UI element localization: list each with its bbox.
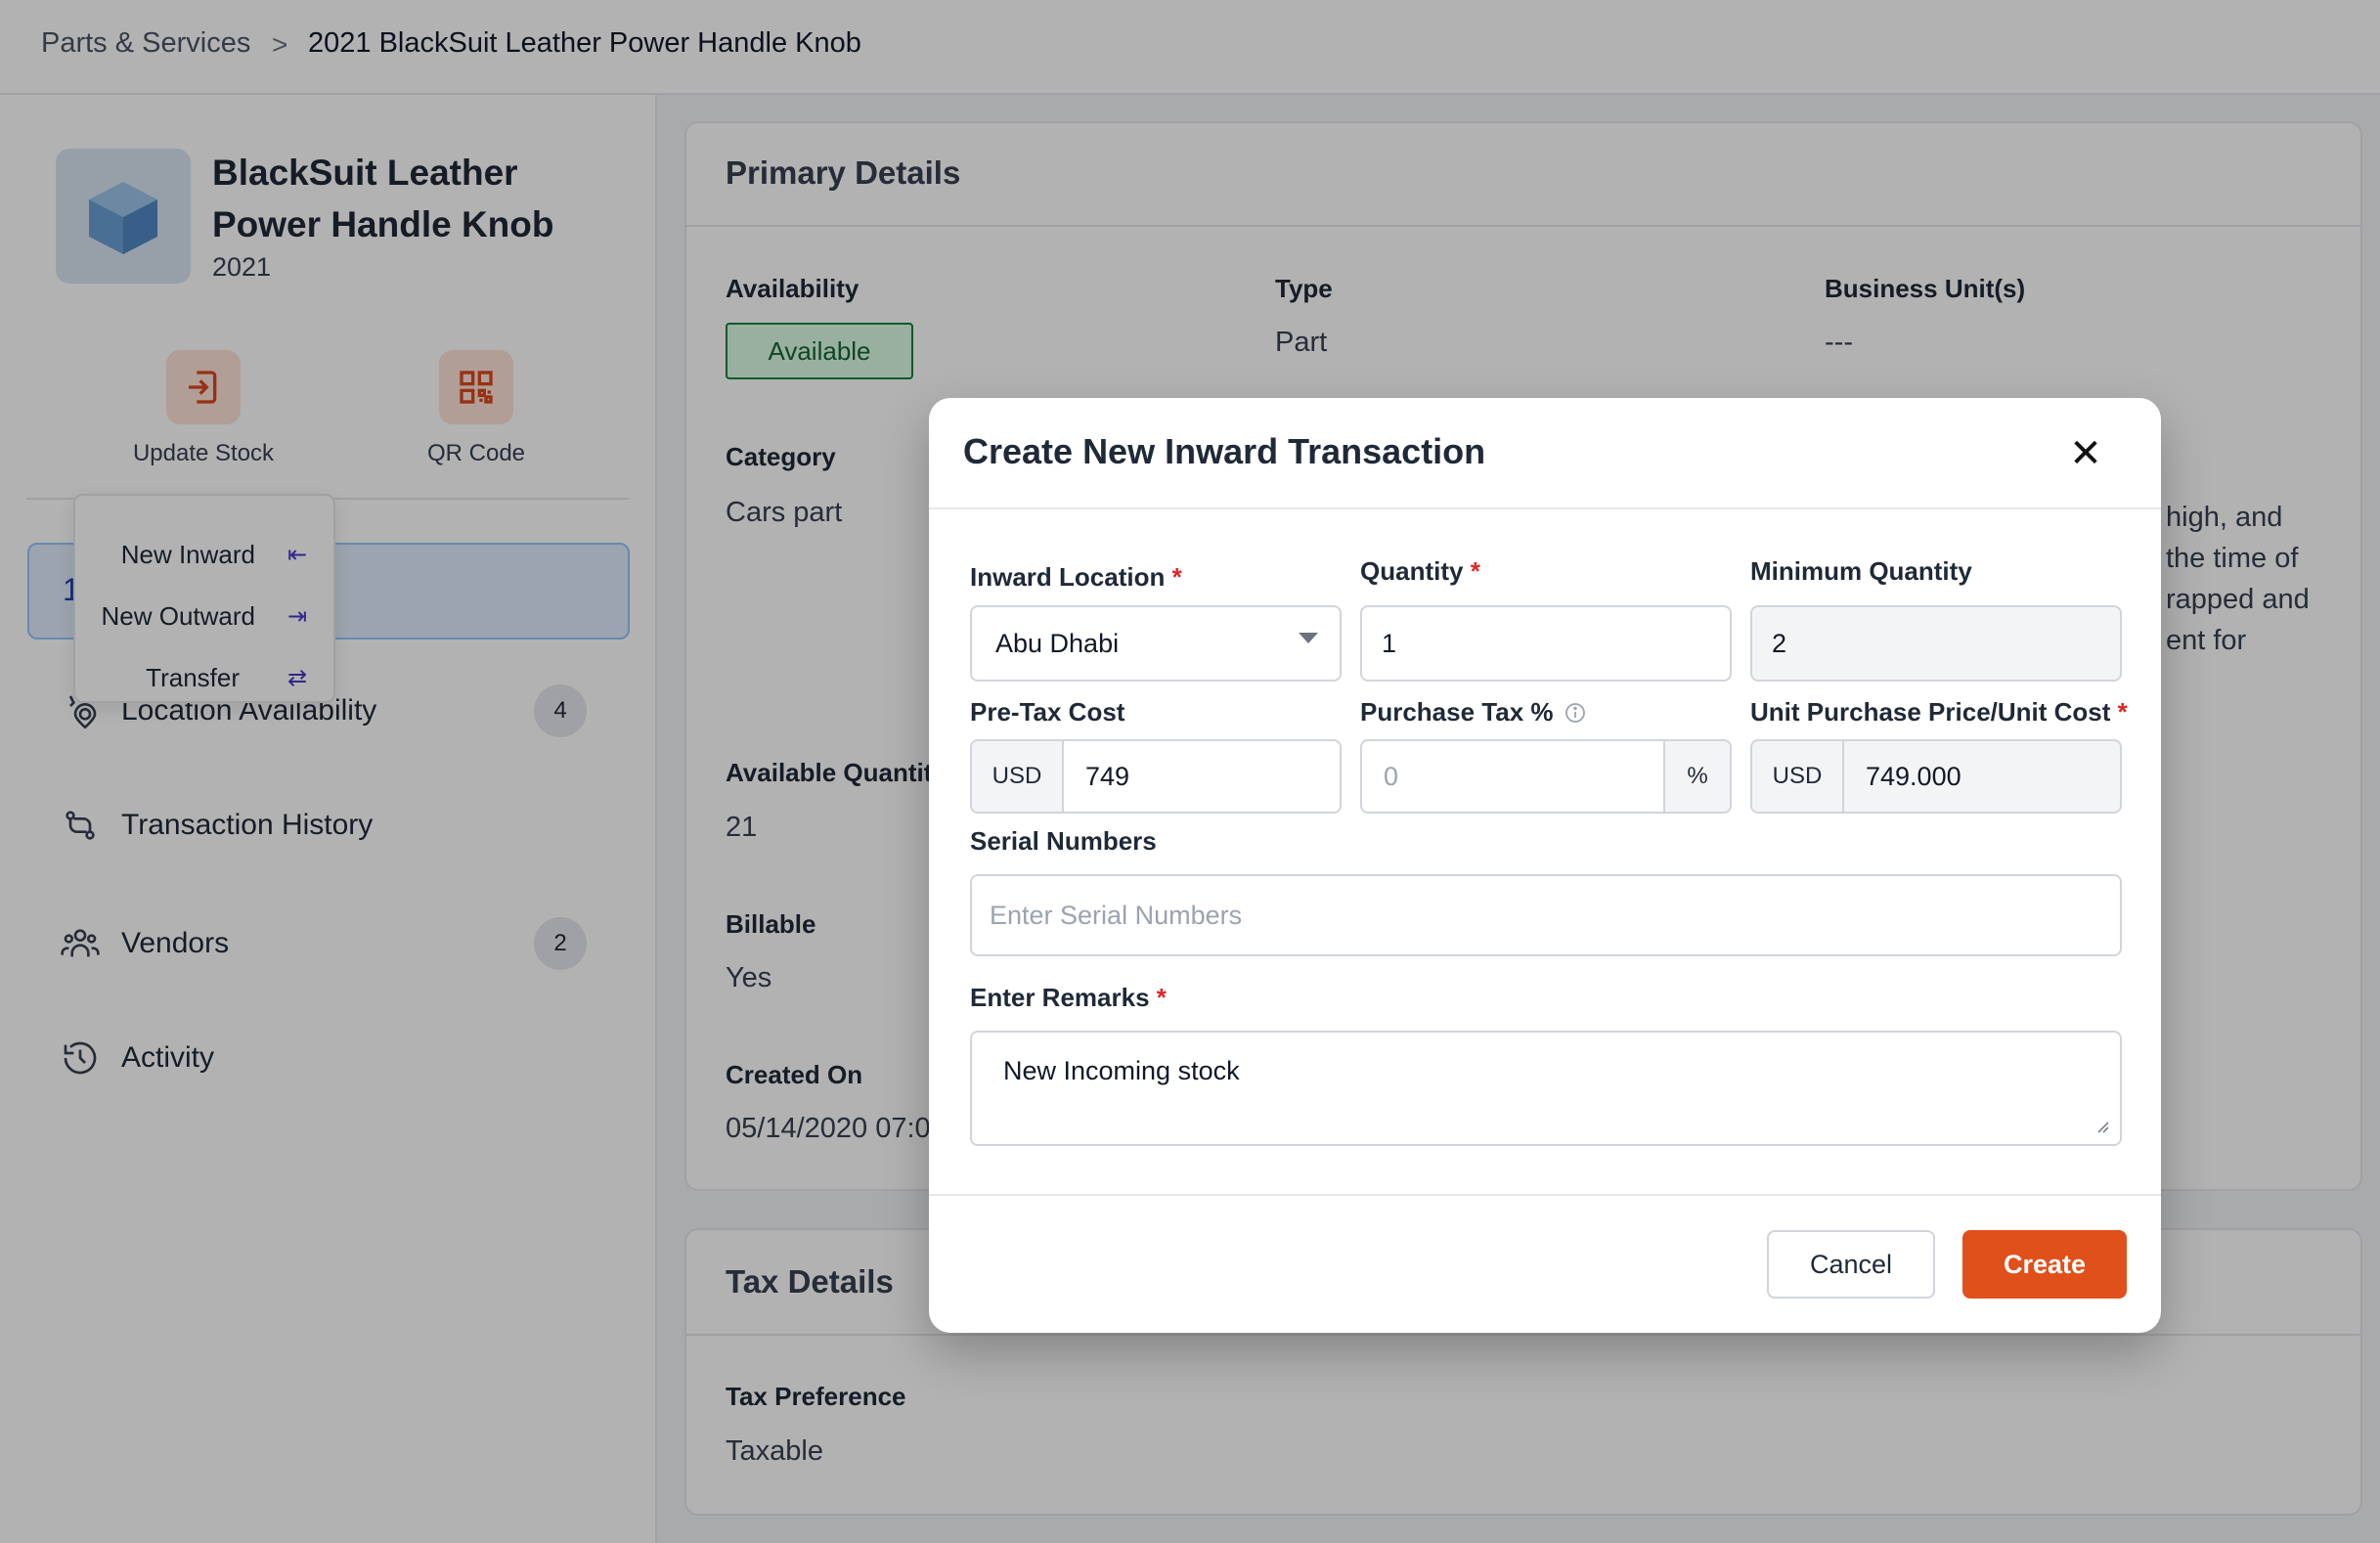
- close-icon[interactable]: ✕: [2063, 431, 2108, 476]
- remarks-label: Enter Remarks *: [970, 983, 1167, 1012]
- create-button[interactable]: Create: [1962, 1230, 2127, 1299]
- serial-numbers-label: Serial Numbers: [970, 826, 1157, 856]
- serial-numbers-input[interactable]: Enter Serial Numbers: [970, 874, 2122, 956]
- info-icon[interactable]: [1564, 701, 1587, 725]
- inward-location-select[interactable]: Abu Dhabi: [970, 605, 1342, 682]
- purchase-tax-input[interactable]: 0 %: [1360, 739, 1732, 814]
- pre-tax-cost-label: Pre-Tax Cost: [970, 697, 1125, 727]
- currency-addon: USD: [1752, 741, 1844, 812]
- modal-header-divider: [929, 507, 2161, 509]
- unit-purchase-price-label: Unit Purchase Price/Unit Cost *: [1750, 697, 2128, 727]
- modal-title: Create New Inward Transaction: [963, 431, 1486, 471]
- quantity-label: Quantity *: [1360, 556, 1480, 586]
- quantity-input[interactable]: 1: [1360, 605, 1732, 682]
- remarks-textarea[interactable]: New Incoming stock: [970, 1031, 2122, 1146]
- unit-purchase-price-input: USD 749.000: [1750, 739, 2122, 814]
- currency-addon: USD: [972, 741, 1064, 812]
- create-inward-transaction-modal: Create New Inward Transaction ✕ Inward L…: [929, 398, 2161, 1333]
- cancel-button[interactable]: Cancel: [1767, 1230, 1935, 1299]
- minimum-quantity-input: 2: [1750, 605, 2122, 682]
- purchase-tax-label: Purchase Tax %: [1360, 697, 1587, 727]
- percent-addon: %: [1663, 741, 1730, 812]
- inward-location-label: Inward Location *: [970, 562, 1182, 592]
- resize-handle-icon[interactable]: [2093, 1117, 2110, 1134]
- minimum-quantity-label: Minimum Quantity: [1750, 556, 1972, 586]
- pre-tax-cost-input[interactable]: USD 749: [970, 739, 1342, 814]
- modal-footer-divider: [929, 1194, 2161, 1196]
- chevron-down-icon: [1299, 633, 1318, 643]
